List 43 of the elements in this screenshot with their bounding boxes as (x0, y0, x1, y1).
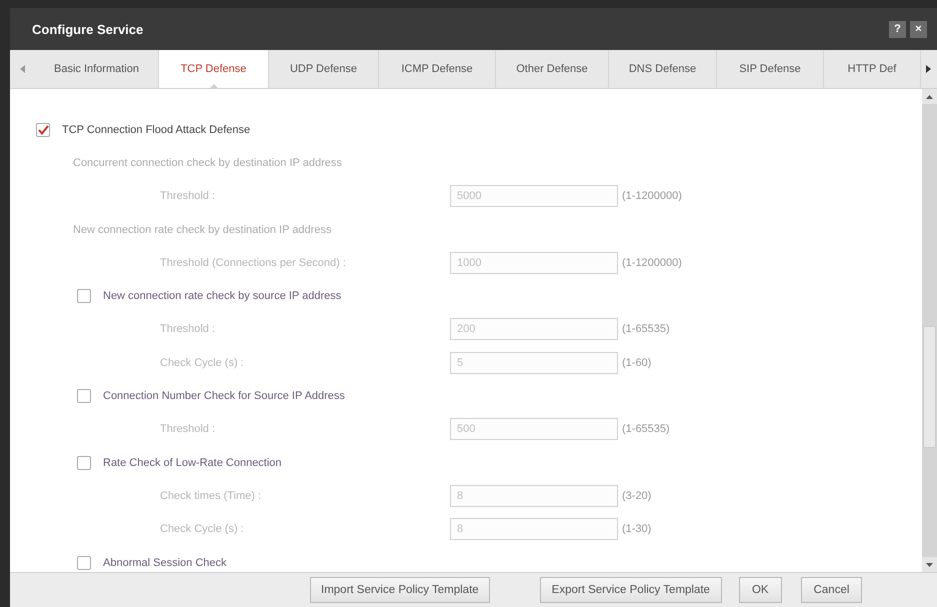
window-title: Configure Service (32, 22, 144, 36)
checkbox[interactable] (36, 122, 50, 137)
tab[interactable]: TCP Defense (159, 50, 269, 88)
checkbox-label: TCP Connection Flood Attack Defense (62, 124, 250, 136)
checkbox[interactable] (77, 456, 91, 470)
field-label: Threshold (Connections per Second) : (160, 256, 347, 269)
checkbox[interactable] (77, 556, 91, 570)
checkbox-label: Connection Number Check for Source IP Address (103, 390, 345, 402)
field-label: Check times (Time) : (160, 490, 262, 502)
scroll-up-button[interactable] (922, 89, 937, 104)
scroll-down-button[interactable] (922, 557, 937, 572)
footer-button[interactable]: Cancel (800, 577, 862, 603)
range-hint: (1-1200000) (622, 190, 682, 202)
field-label: Threshold : (160, 423, 216, 436)
close-button[interactable]: × (910, 20, 927, 38)
range-hint: (1-1200000) (622, 256, 682, 269)
checkbox-label: New connection rate check by source IP address (103, 290, 342, 302)
left-arrow-icon (20, 65, 25, 73)
check-icon (38, 124, 48, 135)
checkbox-label: Rate Check of Low-Rate Connection (103, 456, 282, 469)
range-hint: (3-20) (622, 490, 652, 502)
range-hint: (1-30) (622, 523, 652, 536)
field-label: Check Cycle (s) : (160, 523, 245, 536)
field-label: Threshold : (160, 323, 216, 336)
scrollbar[interactable] (922, 89, 937, 572)
field-label: Threshold : (160, 190, 216, 202)
footer-button[interactable]: Export Service Policy Template (540, 577, 722, 603)
down-arrow-icon (926, 562, 933, 566)
help-button[interactable]: ? (889, 20, 906, 38)
field-label: Check Cycle (s) : (160, 356, 245, 369)
scrollbar-thumb[interactable] (923, 326, 936, 448)
checkbox-label: Abnormal Session Check (103, 556, 227, 568)
footer-button[interactable]: Import Service Policy Template (310, 577, 490, 603)
section-heading: Concurrent connection check by destination IP address (73, 156, 342, 169)
range-hint: (1-65535) (622, 323, 670, 336)
footer-button[interactable]: OK (738, 577, 782, 603)
checkbox[interactable] (77, 289, 91, 304)
up-arrow-icon (926, 94, 933, 98)
range-hint: (1-60) (622, 356, 652, 369)
range-hint: (1-65535) (622, 423, 670, 436)
right-arrow-icon (926, 65, 931, 73)
checkbox[interactable] (77, 389, 91, 404)
section-heading: New connection rate check by destination IP address (73, 224, 332, 236)
